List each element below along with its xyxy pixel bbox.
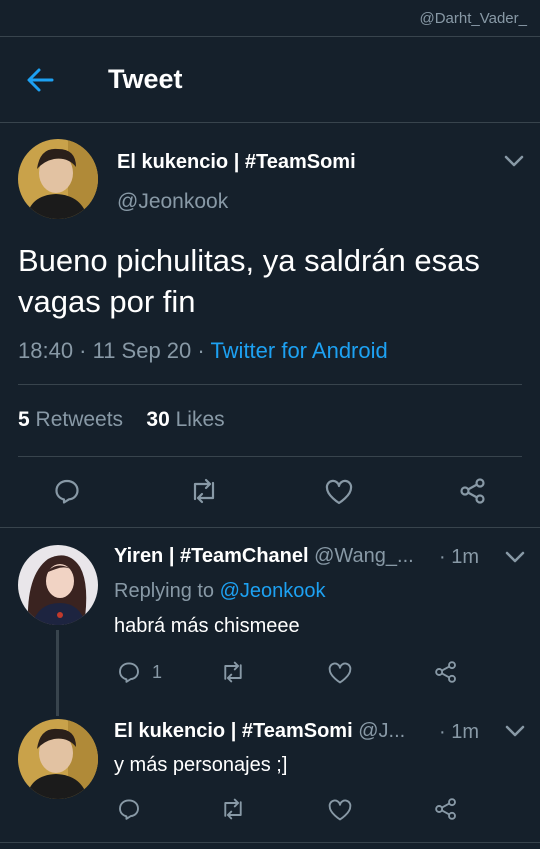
replying-to: Replying to @Jeonkook <box>114 580 326 603</box>
header-divider <box>0 122 540 123</box>
chevron-down-icon[interactable] <box>503 154 525 168</box>
author-handle[interactable]: @Jeonkook <box>117 190 228 214</box>
reply-text: y más personajes ;] <box>114 754 288 776</box>
retweets-label: Retweets <box>29 408 124 431</box>
likes-count: 30 <box>146 408 170 431</box>
reply-handle[interactable]: @J... <box>353 720 405 742</box>
reply-count: 1 <box>152 662 163 682</box>
divider <box>0 527 540 528</box>
back-arrow-icon[interactable] <box>22 62 58 98</box>
reply-author-name[interactable]: Yiren | #TeamChanel <box>114 545 309 567</box>
like-icon[interactable] <box>327 661 353 685</box>
reply-author-name[interactable]: El kukencio | #TeamSomi <box>114 720 353 742</box>
tweet-meta: 18:40 · 11 Sep 20 · Twitter for Android <box>18 338 388 364</box>
retweet-icon[interactable] <box>219 797 247 821</box>
reply-handle[interactable]: @Wang_... <box>309 545 414 567</box>
likes-stat[interactable]: 30 Likes <box>146 408 224 431</box>
tweet-source-link[interactable]: Twitter for Android <box>210 338 387 363</box>
chevron-down-icon[interactable] <box>504 724 526 738</box>
reply-text: habrá más chismeee <box>114 615 300 637</box>
replying-prefix: Replying to <box>114 580 220 602</box>
page-title: Tweet <box>108 64 183 94</box>
reply-time: · 1m <box>439 546 479 568</box>
replying-handle-link[interactable]: @Jeonkook <box>220 580 326 602</box>
divider <box>18 456 522 457</box>
retweet-icon[interactable] <box>188 477 220 505</box>
share-icon[interactable] <box>458 477 488 505</box>
chevron-down-icon[interactable] <box>504 550 526 564</box>
tweet-timestamp: 18:40 · 11 Sep 20 · <box>18 338 211 363</box>
retweets-stat[interactable]: 5 Retweets <box>18 408 123 431</box>
reply-header: Yiren | #TeamChanel @Wang_... <box>114 545 494 568</box>
divider <box>18 384 522 385</box>
retweets-count: 5 <box>18 408 30 431</box>
reply-icon[interactable] <box>117 797 141 821</box>
reply-time: · 1m <box>439 721 479 743</box>
tweet-stats: 5 Retweets 30 Likes <box>18 408 225 432</box>
reply-icon[interactable] <box>117 660 141 684</box>
top-divider <box>0 36 540 37</box>
watermark: @Darht_Vader_ <box>419 10 527 27</box>
like-icon[interactable] <box>327 798 353 822</box>
tweet-text: Bueno pichulitas, ya saldrán esas vagas … <box>18 243 480 319</box>
share-icon[interactable] <box>433 797 459 821</box>
reply-header: El kukencio | #TeamSomi @J... <box>114 720 434 743</box>
retweet-icon[interactable] <box>219 660 247 684</box>
share-icon[interactable] <box>433 660 459 684</box>
avatar[interactable] <box>18 139 98 219</box>
likes-label: Likes <box>169 408 225 431</box>
like-icon[interactable] <box>324 478 354 506</box>
avatar[interactable] <box>18 719 98 799</box>
avatar[interactable] <box>18 545 98 625</box>
divider <box>0 842 540 843</box>
thread-line <box>56 630 59 716</box>
author-name[interactable]: El kukencio | #TeamSomi <box>117 151 356 174</box>
reply-icon[interactable] <box>53 477 81 505</box>
